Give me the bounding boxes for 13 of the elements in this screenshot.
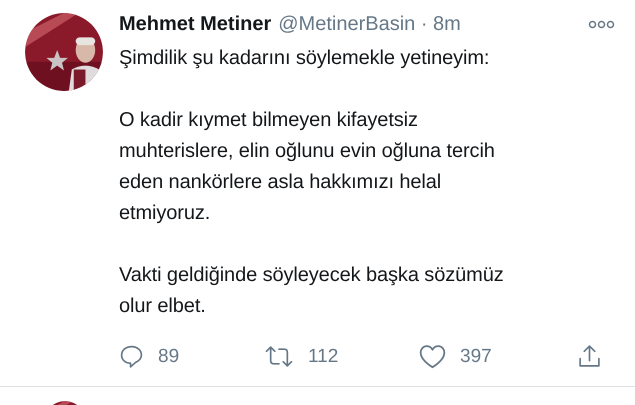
tweet-text: O kadir kıymet bilmeyen kifayetsiz muhterislere, elin oğlunu evin oğluna tercih eden nankörlere asla hakkımızı helal etmiyoruz. (119, 108, 496, 226)
retweet-icon[interactable] (264, 344, 294, 369)
tweet-text: Şimdilik şu kadarını söylemekle yetineyim: (119, 46, 490, 71)
comment-icon[interactable] (119, 344, 144, 369)
share-icon[interactable] (577, 344, 602, 369)
handle-and-time: @MetinerBasin · 8m (278, 12, 461, 36)
more-icon[interactable] (588, 20, 615, 28)
author-name[interactable]: Mehmet Metiner (119, 12, 272, 36)
heart-icon[interactable] (419, 344, 446, 369)
reply-count: 89 (158, 346, 180, 368)
tweet-text: Vakti geldiğinde söyleyecek başka sözümüz olur elbet. (119, 263, 505, 319)
retweet-count: 112 (308, 346, 338, 368)
like-count: 397 (460, 346, 492, 368)
